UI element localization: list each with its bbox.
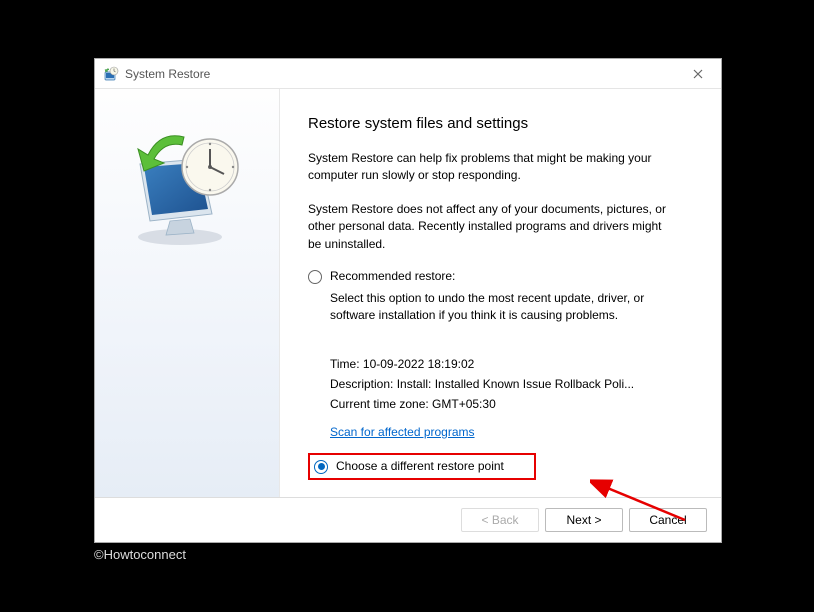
titlebar: System Restore: [95, 59, 721, 89]
dialog-body: Restore system files and settings System…: [95, 89, 721, 497]
system-restore-dialog: System Restore: [94, 58, 722, 543]
window-title: System Restore: [125, 67, 683, 81]
restore-details: Time: 10-09-2022 18:19:02 Description: I…: [330, 354, 691, 415]
choose-different-label: Choose a different restore point: [336, 459, 504, 473]
cancel-button[interactable]: Cancel: [629, 508, 707, 532]
detail-time: Time: 10-09-2022 18:19:02: [330, 354, 691, 374]
recommended-description: Select this option to undo the most rece…: [330, 290, 660, 324]
intro-paragraph-1: System Restore can help fix problems tha…: [308, 150, 678, 185]
page-heading: Restore system files and settings: [308, 115, 691, 132]
close-button[interactable]: [683, 63, 713, 85]
radio-unchecked-icon: [308, 270, 322, 284]
next-button[interactable]: Next >: [545, 508, 623, 532]
system-restore-icon: [103, 66, 119, 82]
copyright-text: ©Howtoconnect: [94, 547, 186, 562]
intro-paragraph-2: System Restore does not affect any of yo…: [308, 201, 678, 253]
restore-graphic-icon: [122, 119, 252, 249]
scan-affected-link[interactable]: Scan for affected programs: [330, 425, 475, 439]
back-button: < Back: [461, 508, 539, 532]
recommended-restore-radio[interactable]: Recommended restore:: [308, 269, 691, 284]
dialog-footer: < Back Next > Cancel: [95, 497, 721, 542]
radio-checked-icon: [314, 460, 328, 474]
highlight-annotation: Choose a different restore point: [308, 453, 536, 480]
detail-description: Description: Install: Installed Known Is…: [330, 374, 691, 394]
choose-different-radio[interactable]: Choose a different restore point: [314, 459, 504, 474]
detail-timezone: Current time zone: GMT+05:30: [330, 394, 691, 414]
recommended-label: Recommended restore:: [330, 269, 455, 283]
content-panel: Restore system files and settings System…: [280, 89, 721, 497]
side-panel: [95, 89, 280, 497]
